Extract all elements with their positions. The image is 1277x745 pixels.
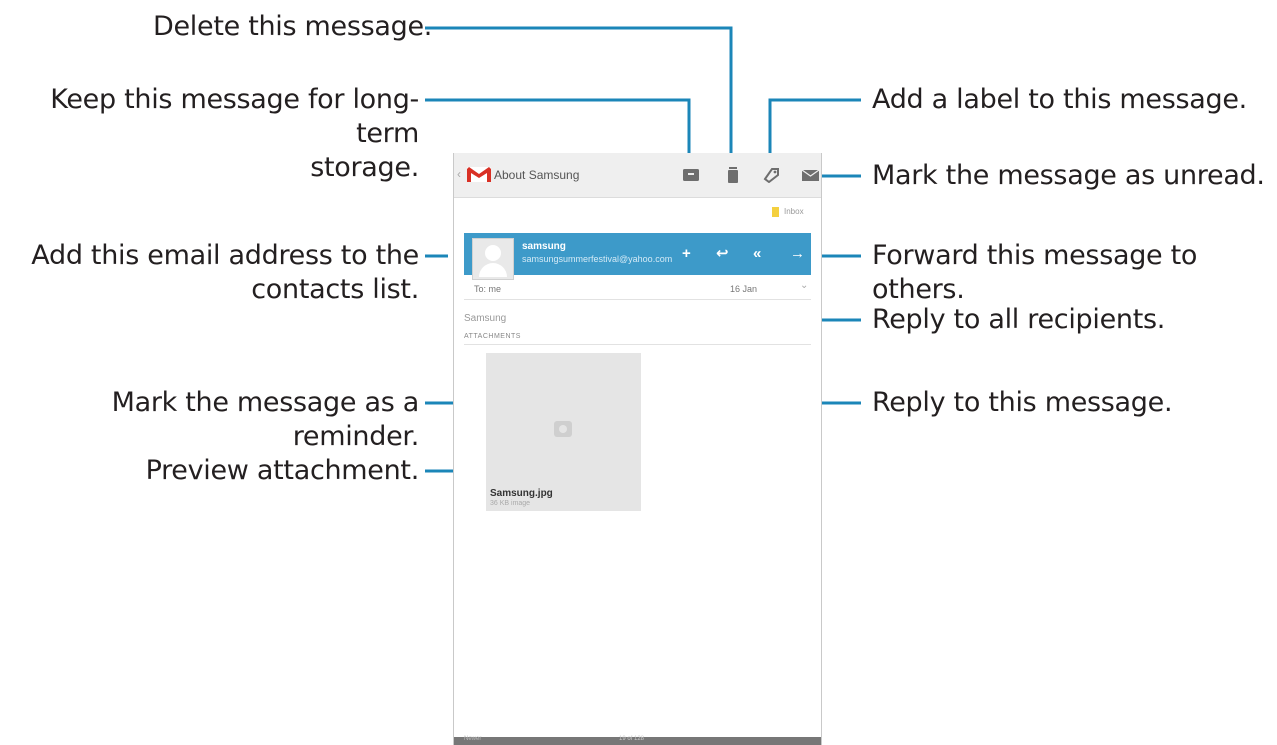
sender-email: samsungsummerfestival@yahoo.com bbox=[522, 254, 673, 264]
recipient-row: To: me bbox=[474, 284, 502, 294]
archive-icon[interactable] bbox=[682, 167, 700, 183]
email-screen: ‹ About Samsung Inbox samsung samsungsum… bbox=[453, 153, 822, 745]
sender-name: samsung bbox=[522, 241, 566, 252]
callout-reply: Reply to this message. bbox=[872, 387, 1173, 418]
avatar-head-icon bbox=[485, 245, 501, 261]
attachment-preview[interactable]: Samsung.jpg 36 KB image bbox=[486, 353, 641, 511]
attachments-divider bbox=[464, 344, 811, 345]
callout-contact-line2: contacts list. bbox=[251, 274, 419, 305]
callout-label: Add a label to this message. bbox=[872, 84, 1247, 115]
expand-details-icon[interactable]: ⌄ bbox=[800, 280, 808, 291]
sender-header: samsung samsungsummerfestival@yahoo.com … bbox=[464, 233, 811, 280]
attachment-name: Samsung.jpg bbox=[490, 488, 553, 499]
message-position: 19 of 128 bbox=[619, 736, 645, 742]
message-subject: About Samsung bbox=[494, 168, 580, 182]
delete-icon[interactable] bbox=[724, 167, 742, 183]
callout-archive: Keep this message for long-term storage. bbox=[0, 83, 419, 185]
callout-forward: Forward this message to others. bbox=[872, 240, 1198, 305]
back-icon[interactable]: ‹ bbox=[457, 167, 461, 181]
callout-reminder: Mark the message as a reminder. bbox=[111, 387, 420, 452]
callout-contact: Add this email address to the contacts l… bbox=[0, 239, 419, 307]
inbox-label-icon bbox=[772, 207, 779, 217]
callout-archive-line1: Keep this message for long-term bbox=[50, 84, 419, 149]
action-bar: ‹ About Samsung bbox=[454, 153, 821, 198]
reply-icon[interactable]: ↩ bbox=[716, 245, 729, 263]
reminder-icon[interactable]: + bbox=[682, 245, 691, 263]
image-icon bbox=[554, 421, 572, 437]
line-delete bbox=[425, 26, 733, 162]
mark-unread-icon[interactable] bbox=[802, 167, 820, 183]
message-date: 16 Jan bbox=[730, 284, 758, 294]
callout-preview: Preview attachment. bbox=[145, 455, 420, 486]
contact-avatar[interactable] bbox=[472, 238, 514, 280]
navigation-bar: Newer 19 of 128 bbox=[454, 736, 821, 745]
header-divider bbox=[464, 299, 811, 300]
message-body: Samsung bbox=[464, 313, 507, 324]
callout-unread: Mark the message as unread. bbox=[872, 160, 1265, 191]
reply-all-icon[interactable]: « bbox=[753, 245, 761, 263]
callout-delete: Delete this message. bbox=[153, 11, 433, 42]
gmail-logo-icon[interactable] bbox=[466, 165, 492, 183]
forward-icon[interactable]: → bbox=[790, 245, 805, 263]
callout-archive-line2: storage. bbox=[310, 152, 419, 183]
callout-reply-all: Reply to all recipients. bbox=[872, 304, 1166, 335]
label-icon[interactable] bbox=[762, 167, 780, 183]
newer-button[interactable]: Newer bbox=[464, 736, 481, 742]
avatar-body-icon bbox=[479, 263, 507, 277]
attachment-size: 36 KB image bbox=[490, 500, 531, 507]
attachments-heading: ATTACHMENTS bbox=[464, 333, 521, 340]
callout-contact-line1: Add this email address to the bbox=[31, 240, 419, 271]
inbox-label[interactable]: Inbox bbox=[784, 207, 804, 216]
